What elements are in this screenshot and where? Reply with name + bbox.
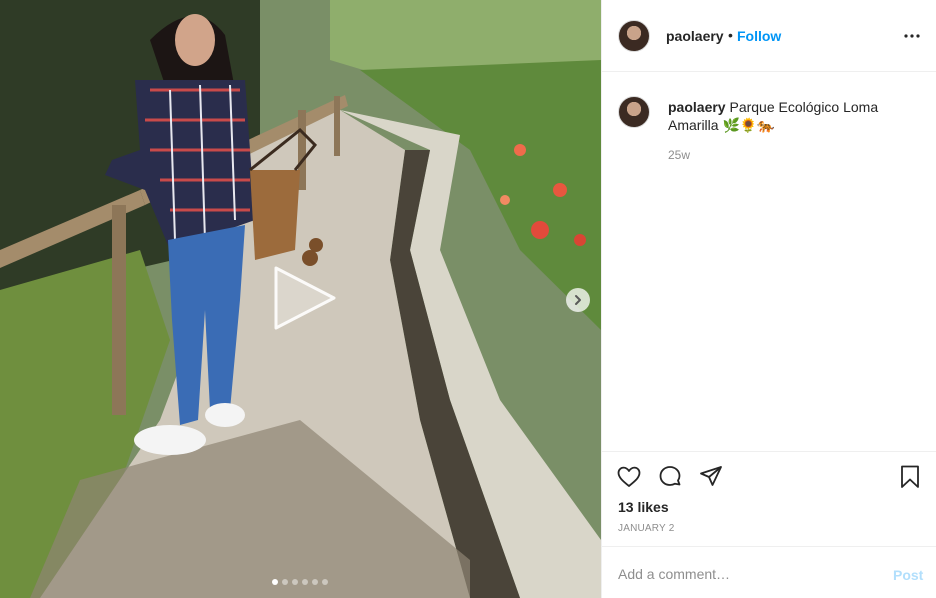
caption-avatar[interactable] xyxy=(618,96,650,128)
carousel-dot xyxy=(292,579,298,585)
post-details-panel: paolaery • Follow paolaery Parque Ecológ… xyxy=(602,0,936,598)
heart-icon xyxy=(617,466,641,487)
post-media[interactable] xyxy=(0,0,601,598)
post-date[interactable]: JANUARY 2 xyxy=(618,523,674,534)
caption-username[interactable]: paolaery xyxy=(668,99,726,115)
carousel-next-button[interactable] xyxy=(566,288,590,312)
caption-emojis: 🌿🌻🐅 xyxy=(722,118,775,134)
add-comment-section: Post xyxy=(602,546,936,598)
carousel-dot xyxy=(272,579,278,585)
share-button[interactable] xyxy=(698,464,724,490)
post-comment-button[interactable]: Post xyxy=(893,567,923,583)
caption-text: paolaery Parque Ecológico Loma Amarilla … xyxy=(668,98,918,135)
paper-plane-icon xyxy=(700,466,722,486)
play-button[interactable] xyxy=(262,262,342,334)
carousel-dot xyxy=(322,579,328,585)
play-icon xyxy=(274,266,336,330)
header-separator: • xyxy=(728,27,733,43)
carousel-dot xyxy=(302,579,308,585)
carousel-dot xyxy=(282,579,288,585)
header-username[interactable]: paolaery xyxy=(666,28,724,44)
ellipsis-icon xyxy=(904,34,920,38)
follow-button[interactable]: Follow xyxy=(737,28,781,44)
avatar[interactable] xyxy=(618,20,650,52)
comment-input[interactable] xyxy=(618,563,878,585)
chevron-right-icon xyxy=(575,295,581,305)
post-actions: 13 likes JANUARY 2 xyxy=(602,451,936,547)
carousel-indicator xyxy=(272,579,328,585)
more-options-button[interactable] xyxy=(902,28,922,44)
bookmark-icon xyxy=(901,465,919,488)
post-header: paolaery • Follow xyxy=(602,0,936,72)
save-button[interactable] xyxy=(897,464,923,490)
likes-count[interactable]: 13 likes xyxy=(618,499,669,515)
carousel-dot xyxy=(312,579,318,585)
speech-bubble-icon xyxy=(659,466,681,486)
like-button[interactable] xyxy=(616,464,642,490)
comment-button[interactable] xyxy=(657,464,683,490)
caption-time-ago[interactable]: 25w xyxy=(668,148,690,162)
